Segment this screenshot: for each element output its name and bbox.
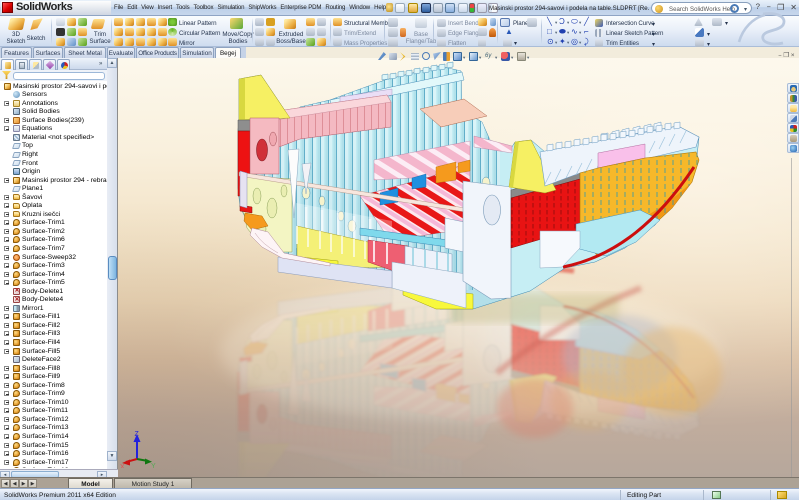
svg-text:X: X [120,464,125,468]
svg-text:Z: Z [135,431,140,438]
svg-text:Y: Y [151,463,156,468]
